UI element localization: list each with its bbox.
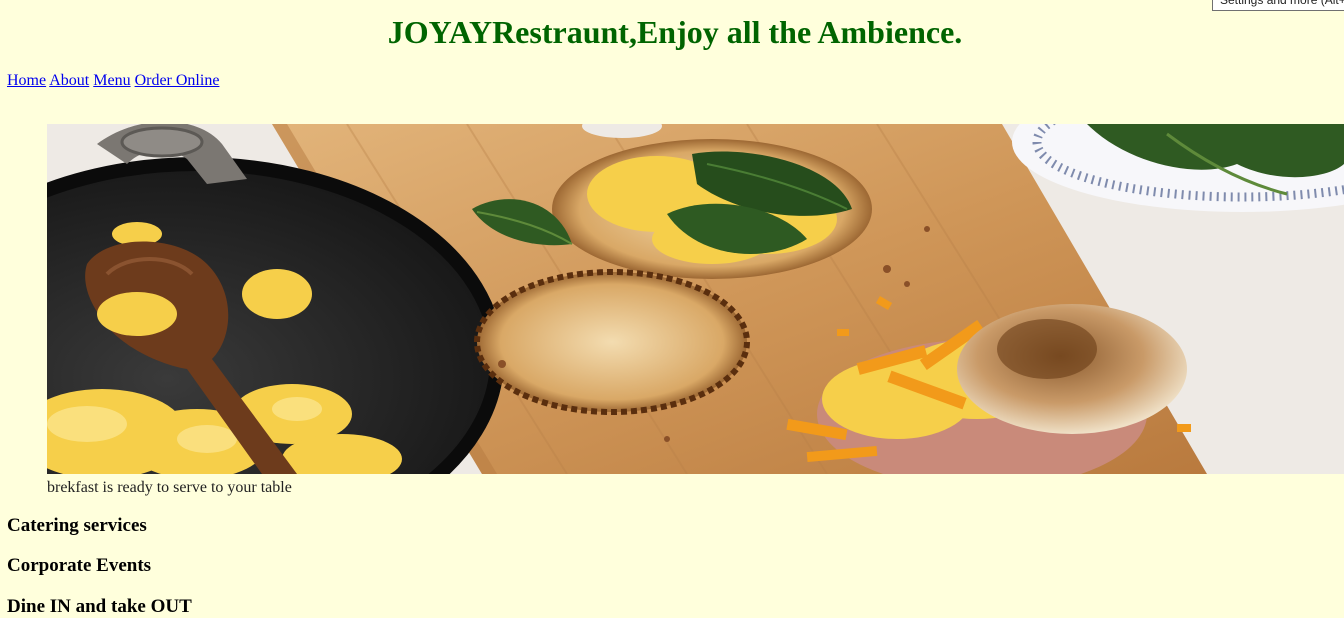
page: Settings and more (Alt+F) JOYAYRestraunt… [0, 0, 1344, 618]
main-nav: Home About Menu Order Online [7, 72, 219, 90]
nav-link-about[interactable]: About [49, 72, 89, 89]
hero-caption: brekfast is ready to serve to your table [47, 479, 292, 496]
service-heading-corporate-events: Corporate Events [7, 555, 152, 576]
service-heading-dine-in-take-out: Dine IN and take OUT [7, 596, 192, 617]
nav-link-menu[interactable]: Menu [93, 72, 130, 89]
nav-link-order-online[interactable]: Order Online [135, 72, 220, 89]
page-title: JOYAYRestraunt,Enjoy all the Ambience. [387, 14, 963, 50]
service-heading-catering: Catering services [7, 515, 147, 536]
browser-tooltip: Settings and more (Alt+F) [1212, 0, 1344, 11]
nav-link-home[interactable]: Home [7, 72, 46, 89]
hero-image [47, 124, 1344, 474]
breakfast-photo [47, 124, 1344, 474]
